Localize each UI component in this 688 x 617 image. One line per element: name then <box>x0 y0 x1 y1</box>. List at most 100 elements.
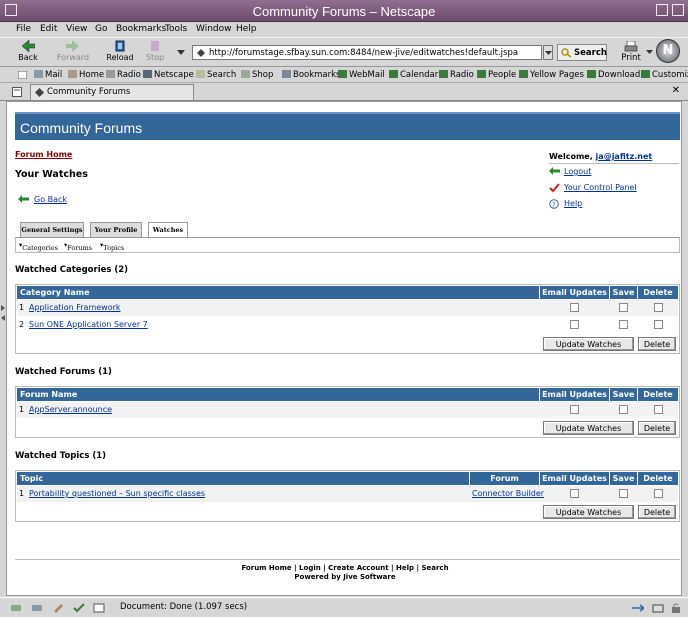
pbar-yellow-pages[interactable]: Yellow Pages <box>519 70 584 80</box>
new-tab-icon[interactable] <box>12 87 22 97</box>
help-link[interactable]: Help <box>564 199 582 208</box>
sidebar-toggle-icon[interactable] <box>1 305 5 311</box>
pbar-radio-2[interactable]: Radio <box>439 70 474 80</box>
email-updates-checkbox[interactable] <box>570 489 579 498</box>
navigator-icon[interactable] <box>10 603 22 613</box>
topic-link[interactable]: Portability questioned – Sun specific cl… <box>29 489 205 498</box>
email-updates-checkbox[interactable] <box>570 320 579 329</box>
pbar-people[interactable]: People <box>477 70 516 80</box>
user-link[interactable]: ja@jafitz.net <box>596 152 653 161</box>
email-updates-checkbox[interactable] <box>570 405 579 414</box>
col-email-updates: Email Updates <box>539 286 609 299</box>
url-dropdown-button[interactable] <box>543 45 553 60</box>
go-back-link[interactable]: Go Back <box>34 195 67 204</box>
print-dropdown-icon[interactable] <box>646 50 653 55</box>
page-icon <box>35 88 44 97</box>
page-content: Community Forums Forum Home Your Watches… <box>6 101 682 596</box>
history-dropdown-icon[interactable] <box>177 50 185 56</box>
save-checkbox[interactable] <box>619 320 628 329</box>
pbar-webmail[interactable]: WebMail <box>338 70 385 80</box>
welcome-label: Welcome, ja@jafitz.net <box>549 152 653 161</box>
composer-icon[interactable] <box>52 603 64 613</box>
window-titlebar[interactable]: Community Forums – Netscape <box>0 0 688 22</box>
lock-icon[interactable] <box>670 603 682 613</box>
subtab-bar: ▾ Categories ▾ Forums ▾ Topics <box>15 237 680 253</box>
forums-title: Watched Forums (1) <box>15 367 112 377</box>
pbar-radio[interactable]: Radio <box>106 70 141 80</box>
delete-checkbox[interactable] <box>654 320 663 329</box>
maximize-icon[interactable] <box>672 4 684 16</box>
update-watches-button[interactable]: Update Watches <box>543 505 634 519</box>
pbar-shop[interactable]: Shop <box>241 70 273 80</box>
page-heading: Your Watches <box>15 169 88 180</box>
menu-tools[interactable]: Tools <box>165 24 187 34</box>
welcome-divider <box>549 163 679 164</box>
forward-button[interactable]: Forward <box>55 40 91 66</box>
pbar-mail[interactable]: Mail <box>34 70 62 80</box>
menu-go[interactable]: Go <box>95 24 107 34</box>
svg-text:?: ? <box>552 201 556 209</box>
delete-button[interactable]: Delete <box>638 337 676 351</box>
control-panel-check-icon <box>549 183 560 193</box>
delete-button[interactable]: Delete <box>638 505 676 519</box>
pbar-search[interactable]: Search <box>196 70 236 80</box>
menu-bookmarks[interactable]: Bookmarks <box>116 24 166 34</box>
save-checkbox[interactable] <box>619 405 628 414</box>
delete-button[interactable]: Delete <box>638 421 676 435</box>
browser-tab[interactable]: Community Forums <box>30 84 194 100</box>
back-button[interactable]: Back <box>10 40 46 66</box>
forum-link[interactable]: AppServer.announce <box>29 405 112 414</box>
search-icon <box>561 48 572 58</box>
topics-title: Watched Topics (1) <box>15 451 107 461</box>
menu-view[interactable]: View <box>66 24 87 34</box>
search-button[interactable]: Search <box>557 44 607 61</box>
reload-button[interactable]: Reload <box>102 40 138 66</box>
logout-link[interactable]: Logout <box>564 167 591 176</box>
email-updates-checkbox[interactable] <box>570 303 579 312</box>
category-link[interactable]: Application Framework <box>29 303 121 312</box>
tab-your-profile[interactable]: Your Profile <box>90 222 142 238</box>
mail-icon[interactable] <box>31 603 43 613</box>
pbar-download[interactable]: Download <box>587 70 640 80</box>
pbar-netscape[interactable]: Netscape <box>143 70 194 80</box>
pbar-bookmarks[interactable]: Bookmarks <box>282 70 341 80</box>
sidebar-toggle-icon[interactable] <box>1 315 5 321</box>
menu-file[interactable]: File <box>16 24 31 34</box>
close-tab-icon[interactable]: ✕ <box>672 85 680 96</box>
tab-watches[interactable]: Watches <box>148 222 188 238</box>
delete-checkbox[interactable] <box>654 303 663 312</box>
subtab-topics[interactable]: ▾ Topics <box>100 241 124 252</box>
personal-toolbar: Mail Home Radio Netscape Search Shop Boo… <box>0 67 688 83</box>
topic-forum-link[interactable]: Connector Builder <box>472 489 544 498</box>
subtab-categories[interactable]: ▾ Categories <box>19 241 58 252</box>
pbar-calendar[interactable]: Calendar <box>389 70 438 80</box>
toolbar-grip-icon <box>18 71 27 79</box>
footer-links[interactable]: Forum Home | Login | Create Account | He… <box>7 564 681 572</box>
menu-edit[interactable]: Edit <box>40 24 57 34</box>
update-watches-button[interactable]: Update Watches <box>543 421 634 435</box>
menu-window[interactable]: Window <box>196 24 232 34</box>
pbar-customize[interactable]: Customize <box>641 70 688 80</box>
menu-help[interactable]: Help <box>236 24 257 34</box>
chat-icon[interactable] <box>93 603 105 613</box>
url-input[interactable]: http://forumstage.sfbay.sun.com:8484/new… <box>192 45 542 60</box>
tab-general-settings[interactable]: General Settings <box>20 222 84 238</box>
netscape-logo[interactable]: N <box>656 39 680 63</box>
address-book-icon[interactable] <box>73 603 85 613</box>
save-checkbox[interactable] <box>619 303 628 312</box>
search-icon <box>196 70 205 78</box>
minimize-icon[interactable] <box>656 4 668 16</box>
subtab-forums[interactable]: ▾ Forums <box>64 241 92 252</box>
pbar-home[interactable]: Home <box>68 70 104 80</box>
topics-table: Topic Forum Email Updates Save Delete 1 … <box>15 470 680 522</box>
save-checkbox[interactable] <box>619 489 628 498</box>
print-button[interactable]: Print <box>618 41 644 66</box>
security-icon[interactable] <box>652 603 664 613</box>
control-panel-link[interactable]: Your Control Panel <box>564 183 637 192</box>
delete-checkbox[interactable] <box>654 405 663 414</box>
delete-checkbox[interactable] <box>654 489 663 498</box>
category-link[interactable]: Sun ONE Application Server 7 <box>29 320 148 329</box>
forum-home-link[interactable]: Forum Home <box>15 150 72 159</box>
update-watches-button[interactable]: Update Watches <box>543 337 634 351</box>
stop-button[interactable]: Stop <box>137 40 173 66</box>
